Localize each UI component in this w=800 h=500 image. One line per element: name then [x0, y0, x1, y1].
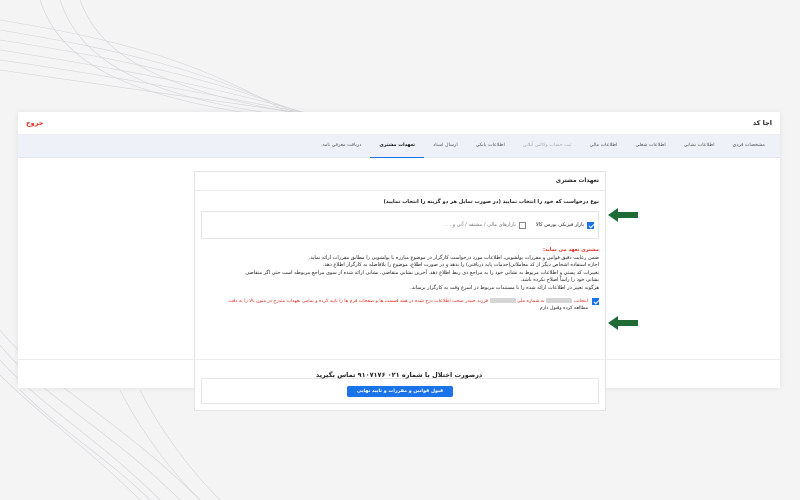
request-type-label: نوع درخواست که خود را انتخاب نمایید (در …	[383, 199, 599, 205]
top-bar: اجا کد خروج	[18, 112, 780, 135]
card-heading: تعهدات مشتری	[195, 172, 605, 191]
step-tabs: مشخصات فردی اطلاعات نشانی اطلاعات شغلی ا…	[18, 135, 780, 158]
commitments-title: مشتری تعهد می نماید:	[542, 247, 599, 253]
commitment-line: اجازه استفاده اشخاص دیگر از کد معاملاتی(…	[322, 262, 599, 269]
tab-online-power-of-attorney[interactable]: ثبت حساب وکالتی آنلاین	[514, 135, 581, 157]
app-window: اجا کد خروج مشخصات فردی اطلاعات نشانی اط…	[18, 112, 780, 411]
physical-market-label: بازار فیزیکی بورس کالا	[535, 222, 584, 228]
pointer-arrow-icon	[608, 208, 638, 222]
agreement-mid: به شماره ملی	[517, 298, 545, 304]
pointer-arrow-icon	[608, 316, 638, 330]
financial-markets-checkbox[interactable]	[518, 221, 526, 229]
option-financial-markets[interactable]: بازارهای مالی / مشتقه / آتی و . . .	[443, 221, 526, 229]
tab-bank-info[interactable]: اطلاعات بانکی	[467, 135, 514, 157]
tab-send-documents[interactable]: ارسال اسناد	[424, 135, 467, 157]
financial-markets-label: بازارهای مالی / مشتقه / آتی و . . .	[443, 222, 516, 228]
tab-job-info[interactable]: اطلاعات شغلی	[626, 135, 674, 157]
tab-customer-commitments[interactable]: تعهدات مشتری	[370, 135, 425, 158]
option-physical-market[interactable]: بازار فیزیکی بورس کالا	[535, 221, 594, 229]
logout-link[interactable]: خروج	[26, 119, 43, 127]
agreement-line2: مطالعه کرده وقبول دارم	[539, 305, 588, 311]
support-footer: درصورت اختلال با شماره ۰۲۱ ۹۱۰۷۱۷۶ تماس …	[18, 359, 780, 389]
agreement-row[interactable]: اینجانب به شماره ملی فرزند حییدر صحت اطل…	[201, 297, 599, 312]
agreement-checkbox[interactable]	[592, 297, 599, 305]
app-title: اجا کد	[752, 119, 772, 127]
agreement-prefix: اینجانب	[573, 298, 588, 304]
market-options: بازار فیزیکی بورس کالا بازارهای مالی / م…	[201, 211, 599, 239]
redacted-name	[546, 297, 573, 303]
redacted-national-id	[489, 297, 516, 303]
tab-introduction-letter[interactable]: دریافت معرفی نامه	[313, 135, 370, 157]
tab-personal-info[interactable]: مشخصات فردی	[724, 135, 774, 157]
physical-market-checkbox[interactable]	[587, 221, 594, 229]
tab-address-info[interactable]: اطلاعات نشانی	[675, 135, 724, 157]
commitments-text: مشتری تعهد می نماید: ضمن رعایت دقیق قوان…	[201, 247, 599, 312]
agreement-text: اینجانب به شماره ملی فرزند حییدر صحت اطل…	[228, 297, 588, 312]
commitment-line: هرگونه تغییر در اطلاعات ارائه شده را با …	[410, 284, 599, 291]
agreement-rest: فرزند حییدر صحت اطلاعات درج شده در همه ق…	[228, 298, 489, 304]
commitment-line: نشانی خود را راساً اصلاح نکرده باشد.	[520, 277, 599, 284]
tab-financial-info[interactable]: اطلاعات مالی	[581, 135, 627, 157]
